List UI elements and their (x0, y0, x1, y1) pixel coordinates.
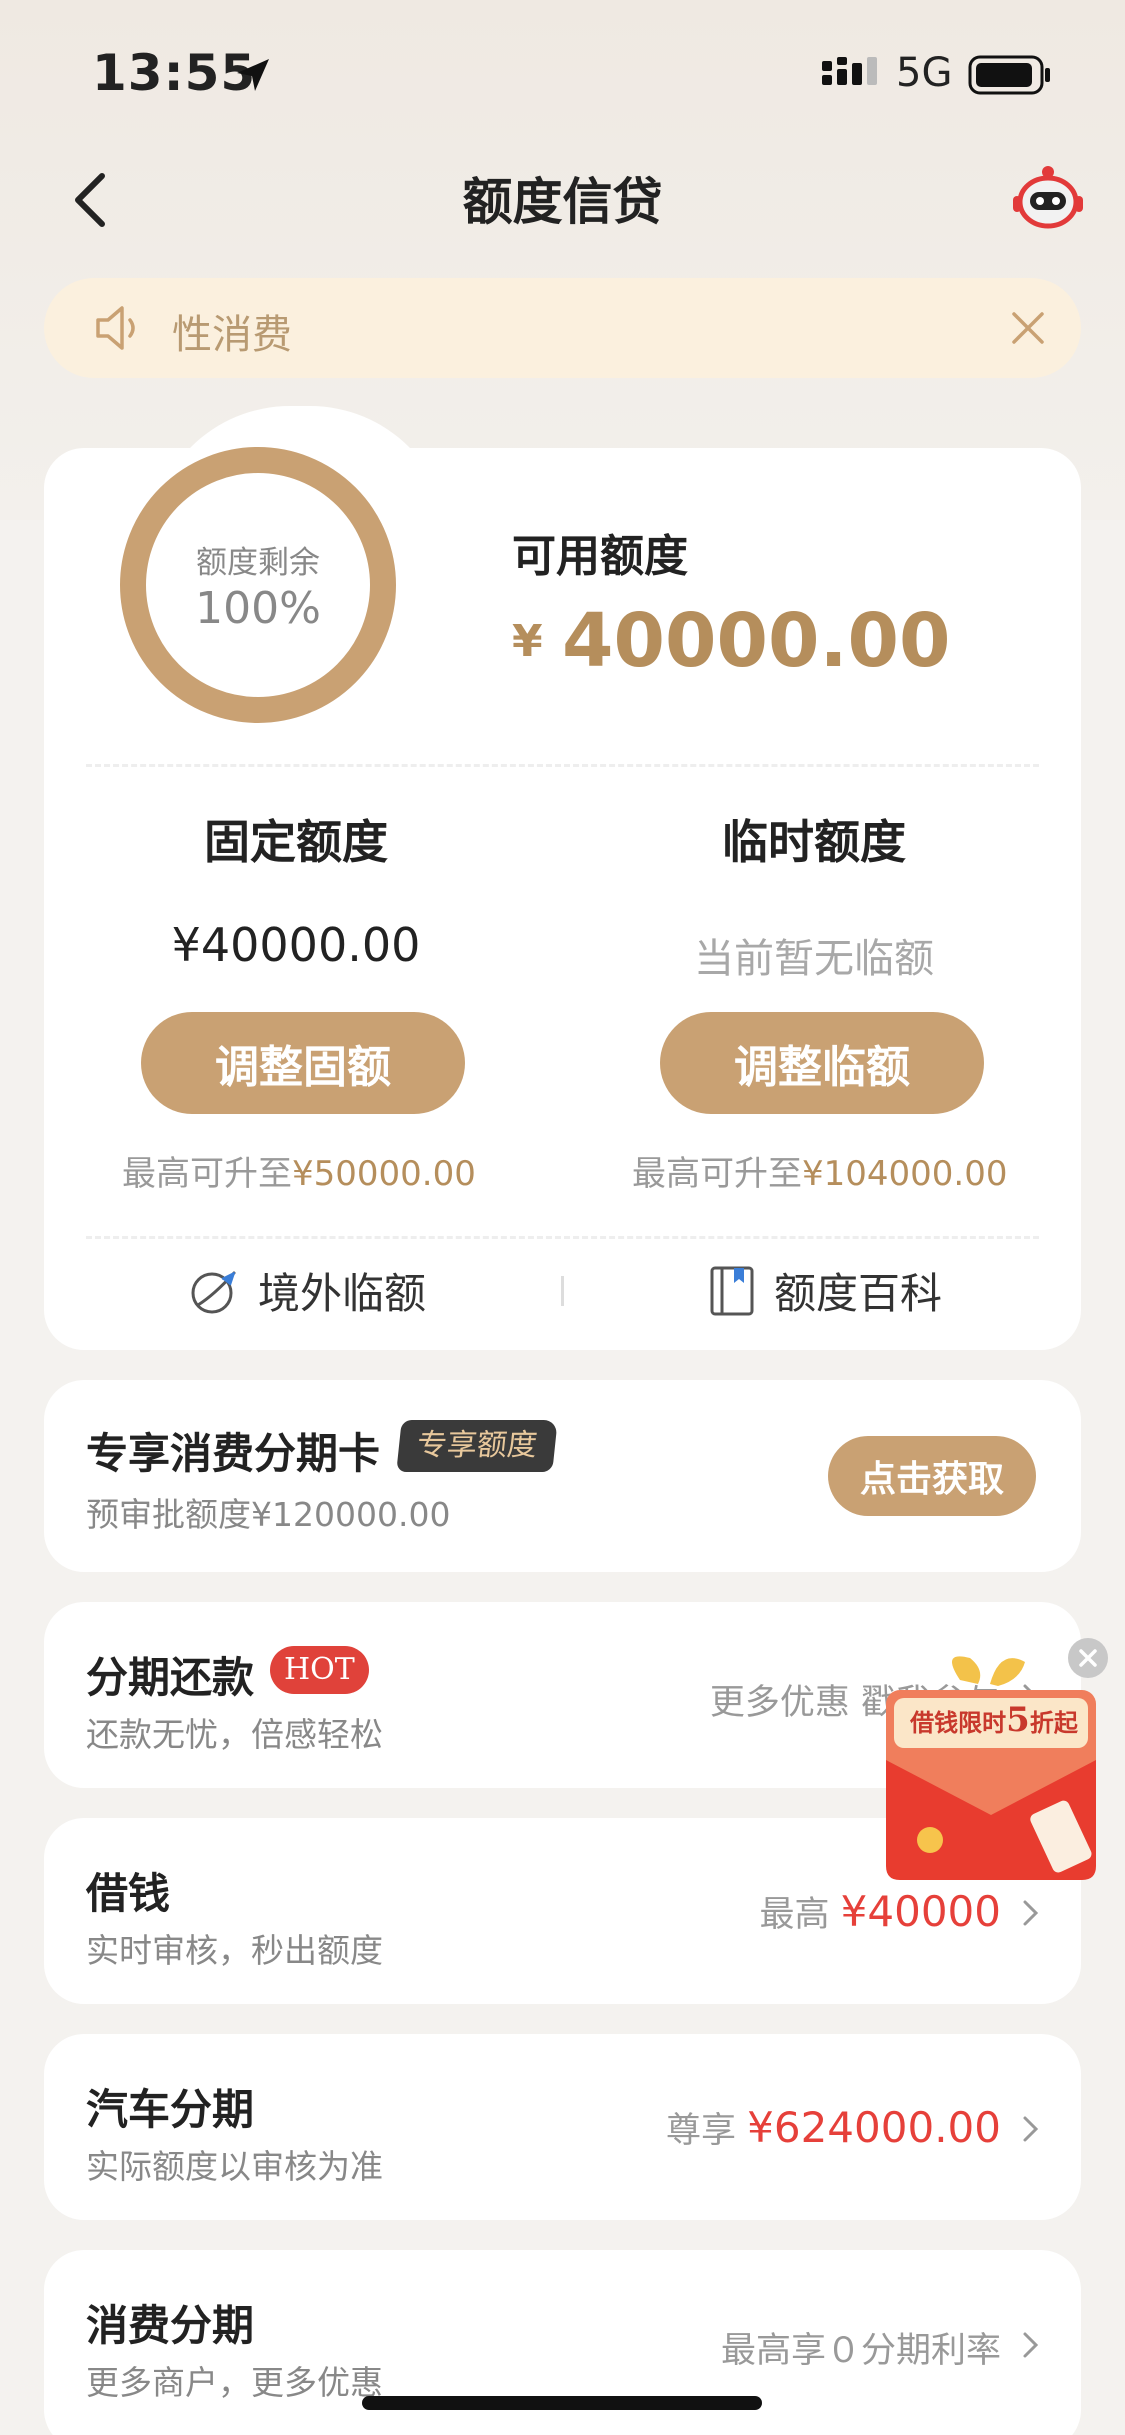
temporary-quota-title: 临时额度 (722, 815, 906, 869)
location-arrow-icon (237, 59, 269, 91)
adjust-fixed-quota-button[interactable]: 调整固额 (141, 1012, 465, 1114)
temporary-limit-value: ¥104000.00 (802, 1154, 1008, 1194)
promo-text-b: 折起 (1029, 1708, 1078, 1737)
page-title: 额度信贷 (462, 173, 663, 231)
quota-remaining-ring: 额度剩余 100% (120, 447, 396, 723)
red-envelope-gift-icon (886, 1656, 1096, 1880)
borrow-discount-promo[interactable]: 借钱限时5折起 (860, 1640, 1125, 1910)
service-right-amount: ¥624000.00 (747, 2103, 1001, 2152)
overseas-temp-quota-link[interactable]: 境外临额 (188, 1260, 426, 1321)
fixed-quota-column: 固定额度 ¥40000.00 (86, 806, 506, 972)
fixed-limit-prefix: 最高可升至 (122, 1154, 292, 1194)
service-title: 分期还款 (86, 1653, 255, 1702)
chevron-right-icon (1023, 2116, 1039, 2142)
battery-icon (968, 55, 1050, 95)
available-quota-label: 可用额度 (512, 531, 688, 582)
service-right-label: 尊享 (665, 2111, 736, 2151)
service-subtitle: 还款无忧，倍感轻松 (86, 1715, 383, 1754)
service-title: 消费分期 (86, 2301, 255, 2350)
notice-text: 性消费 (172, 312, 292, 358)
promo-close-button[interactable] (1068, 1638, 1108, 1678)
fixed-quota-value: ¥40000.00 (171, 918, 421, 972)
globe-plane-icon (191, 1271, 236, 1313)
service-right-label: 最高 (759, 1895, 830, 1935)
exclusive-quota-badge: 专享额度 (396, 1420, 558, 1472)
close-notice-icon[interactable] (1008, 308, 1048, 348)
fixed-quota-title: 固定额度 (204, 815, 388, 869)
adjust-temporary-quota-button[interactable]: 调整临额 (660, 1012, 984, 1114)
quota-wiki-label: 额度百科 (774, 1269, 943, 1318)
service-subtitle: 实际额度以审核为准 (86, 2147, 383, 2186)
chevron-right-icon (1023, 2332, 1039, 2358)
temporary-limit-prefix: 最高可升至 (632, 1154, 802, 1194)
status-bar: 13:55 5G (0, 0, 1125, 140)
overseas-temp-quota-label: 境外临额 (258, 1269, 427, 1318)
link-separator (561, 1276, 564, 1306)
customer-service-robot-icon[interactable] (1008, 162, 1088, 232)
service-subtitle: 更多商户，更多优惠 (86, 2363, 383, 2402)
service-subtitle: 实时审核，秒出额度 (86, 1931, 383, 1970)
network-type: 5G (896, 50, 953, 96)
temporary-quota-value: 当前暂无临额 (694, 936, 934, 982)
divider (86, 1236, 1039, 1239)
temporary-limit-text: 最高可升至¥104000.00 (632, 1146, 1008, 1195)
available-quota-value: 40000.00 (562, 598, 951, 684)
get-now-button[interactable]: 点击获取 (828, 1436, 1036, 1516)
promo-text-num: 5 (1006, 1700, 1030, 1740)
available-currency: ¥ (512, 616, 543, 667)
ring-label: 额度剩余 (196, 545, 320, 581)
hot-badge: HOT (270, 1646, 369, 1694)
speaker-icon (96, 306, 135, 350)
ring-value: 100% (195, 583, 321, 634)
service-right-label: 最高享０分期利率 (720, 2331, 1001, 2371)
installment-card-subtitle: 预审批额度¥120000.00 (86, 1495, 451, 1534)
service-title: 汽车分期 (86, 2085, 255, 2134)
service-right-text: 最高享０分期利率 (721, 2322, 1001, 2373)
service-row-car-installment[interactable]: 汽车分期 实际额度以审核为准 尊享 ¥624000.00 (44, 2034, 1081, 2220)
service-right-text: 尊享 ¥624000.00 (666, 2102, 1001, 2153)
book-icon (710, 1266, 754, 1315)
temporary-quota-column: 临时额度 当前暂无临额 (604, 806, 1024, 984)
fixed-limit-value: ¥50000.00 (292, 1154, 476, 1194)
notice-bar[interactable]: 性消费 (44, 278, 1081, 378)
promo-text: 借钱限时5折起 (904, 1700, 1084, 1740)
fixed-limit-text: 最高可升至¥50000.00 (122, 1146, 476, 1195)
home-indicator (362, 2396, 762, 2410)
quota-wiki-link[interactable]: 额度百科 (708, 1260, 942, 1321)
signal-icon (822, 57, 877, 85)
close-icon (1079, 1649, 1097, 1667)
divider (86, 764, 1039, 767)
promo-text-a: 借钱限时 (910, 1708, 1007, 1737)
installment-card-title: 专享消费分期卡 (86, 1429, 381, 1478)
service-title: 借钱 (86, 1869, 171, 1918)
installment-card[interactable]: 专享消费分期卡 专享额度 预审批额度¥120000.00 点击获取 (44, 1380, 1081, 1572)
status-time: 13:55 (92, 44, 257, 102)
